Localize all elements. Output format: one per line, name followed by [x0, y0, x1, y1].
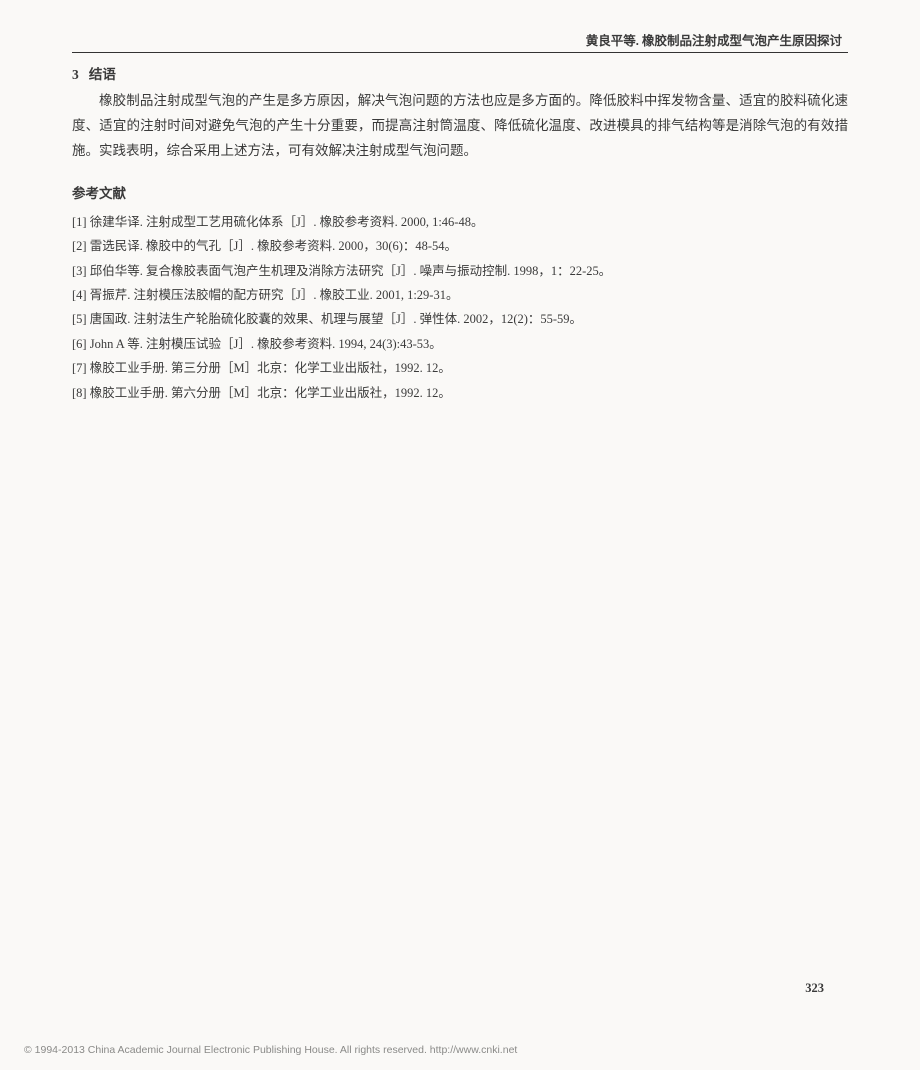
reference-item: [8] 橡胶工业手册. 第六分册［M］北京：化学工业出版社，1992. 12。 — [72, 381, 848, 405]
references-list: [1] 徐建华译. 注射成型工艺用硫化体系［J］. 橡胶参考资料. 2000, … — [72, 210, 848, 405]
reference-item: [1] 徐建华译. 注射成型工艺用硫化体系［J］. 橡胶参考资料. 2000, … — [72, 210, 848, 234]
reference-item: [3] 邱伯华等. 复合橡胶表面气泡产生机理及消除方法研究［J］. 噪声与振动控… — [72, 259, 848, 283]
reference-item: [4] 胥振芹. 注射模压法胶帽的配方研究［J］. 橡胶工业. 2001, 1:… — [72, 283, 848, 307]
section-heading: 3 结语 — [72, 63, 848, 83]
header-rule — [72, 52, 848, 53]
running-header: 黄良平等. 橡胶制品注射成型气泡产生原因探讨 — [72, 30, 848, 49]
reference-item: [5] 唐国政. 注射法生产轮胎硫化胶囊的效果、机理与展望［J］. 弹性体. 2… — [72, 307, 848, 331]
footer-copyright: © 1994-2013 China Academic Journal Elect… — [24, 1044, 517, 1056]
section-title: 结语 — [89, 67, 116, 82]
section-number: 3 — [72, 67, 79, 82]
page-number: 323 — [805, 981, 824, 996]
reference-item: [7] 橡胶工业手册. 第三分册［M］北京：化学工业出版社，1992. 12。 — [72, 356, 848, 380]
reference-item: [6] John A 等. 注射模压试验［J］. 橡胶参考资料. 1994, 2… — [72, 332, 848, 356]
section-body: 橡胶制品注射成型气泡的产生是多方原因，解决气泡问题的方法也应是多方面的。降低胶料… — [72, 89, 848, 164]
references-heading: 参考文献 — [72, 182, 848, 202]
reference-item: [2] 雷选民译. 橡胶中的气孔［J］. 橡胶参考资料. 2000，30(6)：… — [72, 234, 848, 258]
